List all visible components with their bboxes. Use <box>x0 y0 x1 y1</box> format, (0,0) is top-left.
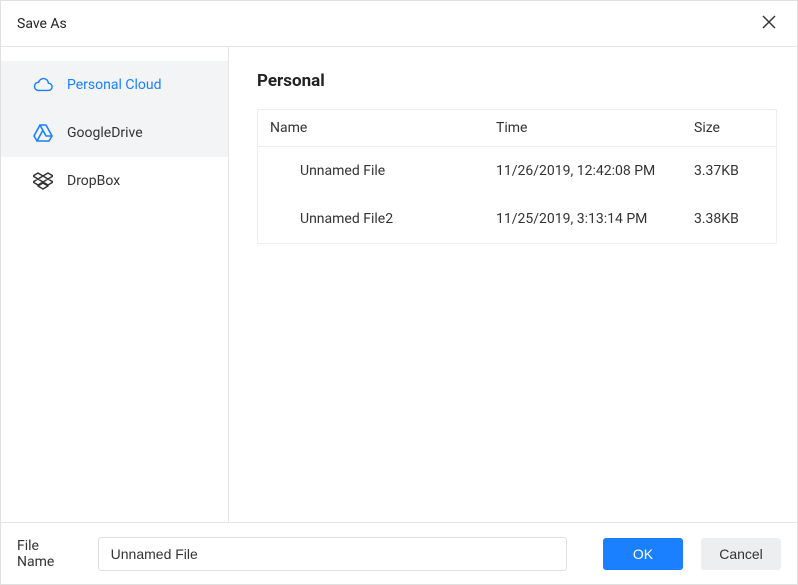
column-header-size[interactable]: Size <box>694 120 776 136</box>
table-row[interactable]: Unnamed File 11/26/2019, 12:42:08 PM 3.3… <box>258 147 776 195</box>
cell-size: 3.37KB <box>694 163 776 179</box>
close-button[interactable] <box>759 14 779 34</box>
close-icon <box>762 15 776 33</box>
sidebar-item-label: Personal Cloud <box>67 77 161 93</box>
save-as-dialog: Save As Personal Cloud <box>0 0 798 585</box>
cell-time: 11/25/2019, 3:13:14 PM <box>496 211 694 227</box>
cloud-icon <box>33 75 53 95</box>
column-header-time[interactable]: Time <box>496 120 694 136</box>
main-panel: Personal Name Time Size Unnamed File 11/… <box>229 47 797 522</box>
cell-time: 11/26/2019, 12:42:08 PM <box>496 163 694 179</box>
sidebar: Personal Cloud GoogleDrive <box>1 47 229 522</box>
ok-button[interactable]: OK <box>603 538 683 570</box>
dialog-body: Personal Cloud GoogleDrive <box>1 47 797 522</box>
sidebar-item-google-drive[interactable]: GoogleDrive <box>1 109 228 157</box>
location-heading: Personal <box>257 71 777 91</box>
dropbox-icon <box>33 171 53 191</box>
file-table: Name Time Size Unnamed File 11/26/2019, … <box>257 109 777 244</box>
cell-size: 3.38KB <box>694 211 776 227</box>
filename-input[interactable] <box>98 537 567 571</box>
sidebar-item-label: DropBox <box>67 173 120 189</box>
sidebar-item-label: GoogleDrive <box>67 125 143 141</box>
column-header-name[interactable]: Name <box>258 120 496 136</box>
cancel-button[interactable]: Cancel <box>701 538 781 570</box>
filename-label: File Name <box>17 538 80 570</box>
cell-name: Unnamed File <box>258 163 496 179</box>
sidebar-item-personal-cloud[interactable]: Personal Cloud <box>1 61 228 109</box>
dialog-title: Save As <box>17 16 67 32</box>
titlebar: Save As <box>1 1 797 47</box>
footer: File Name OK Cancel <box>1 522 797 584</box>
google-drive-icon <box>33 123 53 143</box>
sidebar-item-dropbox[interactable]: DropBox <box>1 157 228 205</box>
cell-name: Unnamed File2 <box>258 211 496 227</box>
table-header: Name Time Size <box>258 110 776 147</box>
table-row[interactable]: Unnamed File2 11/25/2019, 3:13:14 PM 3.3… <box>258 195 776 243</box>
